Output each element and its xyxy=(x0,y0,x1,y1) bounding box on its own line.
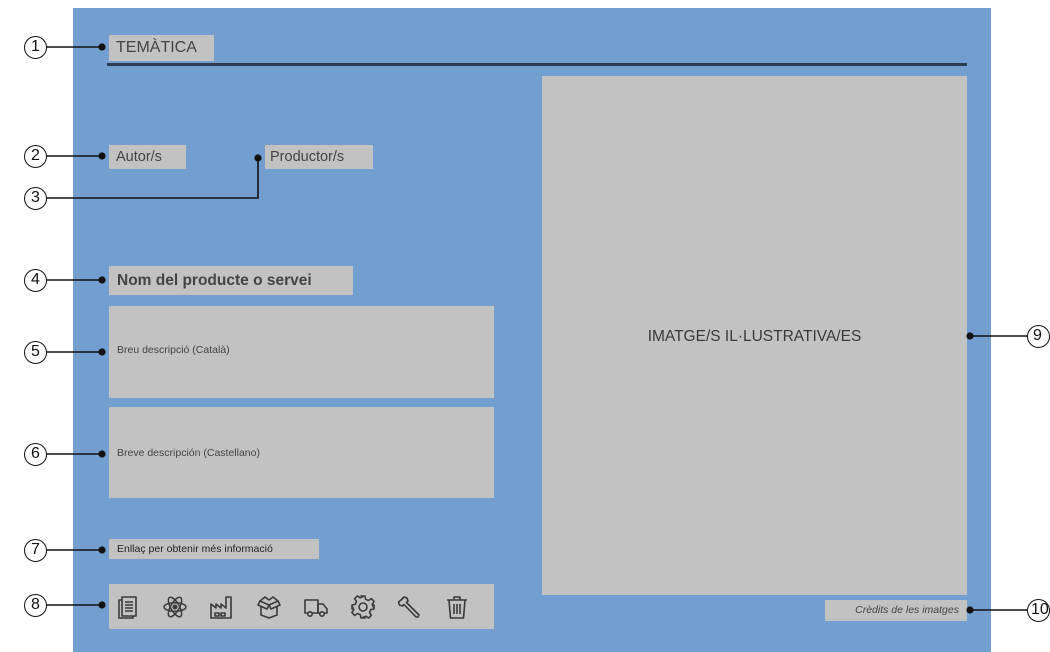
callout-2: 2 xyxy=(24,145,47,168)
callout-8: 8 xyxy=(24,594,47,617)
callout-1: 1 xyxy=(24,36,47,59)
callout-4: 4 xyxy=(24,269,47,292)
callout-6: 6 xyxy=(24,443,47,466)
dot-1 xyxy=(98,43,106,51)
callout-7: 7 xyxy=(24,539,47,562)
dot-2 xyxy=(98,152,106,160)
callout-5: 5 xyxy=(24,341,47,364)
callout-9: 9 xyxy=(1027,325,1050,348)
leader-3 xyxy=(46,158,259,199)
dot-7 xyxy=(98,546,106,554)
callout-10: 10 xyxy=(1027,599,1050,622)
dot-10 xyxy=(966,606,974,614)
dot-9 xyxy=(966,332,974,340)
dot-3 xyxy=(254,154,262,162)
dot-8 xyxy=(98,601,106,609)
dot-5 xyxy=(98,348,106,356)
dot-4 xyxy=(98,276,106,284)
callout-3: 3 xyxy=(24,187,47,210)
dot-6 xyxy=(98,450,106,458)
callout-leaders xyxy=(46,43,1030,614)
